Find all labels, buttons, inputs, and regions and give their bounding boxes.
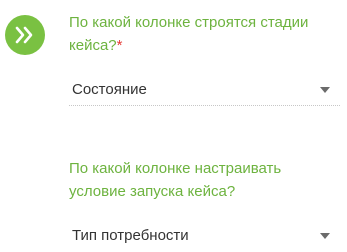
chevron-down-icon[interactable]: [320, 233, 330, 239]
start-condition-column-select[interactable]: Тип потребности: [69, 221, 340, 252]
stage-column-question: По какой колонке строятся стадии кейса?*: [69, 11, 339, 57]
stage-column-select-value: Состояние: [72, 81, 147, 98]
stage-column-question-text: По какой колонке строятся стадии кейса?: [69, 14, 309, 54]
start-condition-column-question: По какой колонке настраивать условие зап…: [69, 157, 339, 203]
chevron-down-icon[interactable]: [320, 87, 330, 93]
double-chevron-right-icon: [15, 26, 33, 44]
required-mark: *: [116, 37, 123, 54]
stage-icon: [5, 15, 45, 55]
start-condition-column-select-value: Тип потребности: [72, 227, 189, 244]
start-condition-column-question-text: По какой колонке настраивать условие зап…: [69, 160, 282, 200]
stage-column-select[interactable]: Состояние: [69, 75, 340, 106]
